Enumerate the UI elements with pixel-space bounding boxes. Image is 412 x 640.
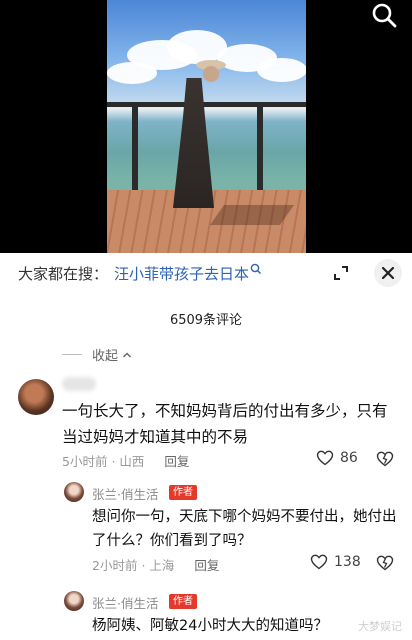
like-button[interactable]: 86: [316, 449, 358, 467]
dislike-icon[interactable]: [376, 450, 394, 468]
like-count: 86: [340, 450, 358, 466]
trending-search-link[interactable]: 汪小菲带孩子去日本: [114, 263, 249, 284]
avatar[interactable]: [18, 379, 54, 415]
watermark: 大梦娱记: [358, 620, 402, 633]
comment-time: 5小时前: [62, 454, 108, 469]
like-count: 138: [334, 554, 361, 570]
like-button[interactable]: 138: [310, 553, 361, 571]
comment-text: 一句长大了，不知妈妈背后的付出有多少，只有当过妈妈才知道其中的不易: [62, 402, 388, 446]
reply-time: 2小时前: [92, 558, 138, 573]
reply-location: 上海: [149, 558, 175, 573]
dislike-icon[interactable]: [376, 554, 394, 572]
comment-sheet: 大家都在搜： 汪小菲带孩子去日本 6509条评论 收起 一句长大了，不知妈妈背后…: [0, 253, 412, 640]
collapse-replies-button[interactable]: 收起: [62, 345, 132, 364]
heart-icon: [316, 450, 334, 466]
trending-search-bar[interactable]: 大家都在搜： 汪小菲带孩子去日本: [0, 253, 412, 295]
search-icon[interactable]: [370, 2, 398, 30]
comment-meta: 5小时前 · 山西 回复: [62, 454, 190, 469]
search-prefix-label: 大家都在搜：: [18, 265, 109, 283]
chevron-up-icon: [123, 352, 132, 357]
reply-text: 想问你一句，天底下哪个妈妈不要付出，她付出了什么？你们看到了吗？: [92, 509, 397, 549]
video-frame-photo: [107, 0, 306, 253]
author-avatar[interactable]: [64, 591, 84, 611]
blurred-username: [62, 377, 96, 391]
comment-location: 山西: [119, 454, 145, 469]
author-badge: 作者: [169, 485, 197, 500]
reply-author-name[interactable]: 张兰·俏生活: [92, 593, 158, 612]
close-button[interactable]: [374, 259, 402, 287]
comment-count: 6509条评论: [169, 313, 243, 328]
reply-author-name[interactable]: 张兰·俏生活: [92, 484, 158, 503]
reply-button[interactable]: 回复: [194, 558, 219, 573]
expand-icon[interactable]: [332, 264, 350, 282]
author-avatar[interactable]: [64, 482, 84, 502]
collapse-label: 收起: [92, 349, 119, 364]
reply-meta: 2小时前 · 上海 回复: [92, 558, 220, 573]
heart-icon: [310, 554, 328, 570]
search-small-icon: [250, 263, 262, 275]
reply-button[interactable]: 回复: [164, 454, 189, 469]
reply-text: 杨阿姨、阿敏24小时大大的知道吗？: [92, 618, 328, 634]
close-icon: [381, 266, 395, 280]
author-badge: 作者: [169, 594, 197, 609]
video-player[interactable]: [0, 0, 412, 253]
